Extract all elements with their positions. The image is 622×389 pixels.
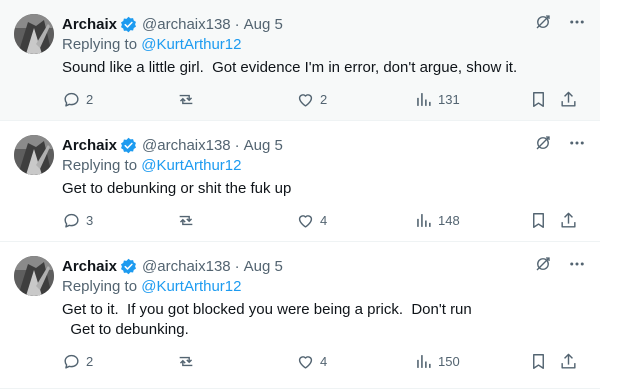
- reply-count: 2: [86, 92, 94, 107]
- display-name[interactable]: Archaix: [62, 258, 117, 275]
- mention-link[interactable]: @KurtArthur12: [141, 278, 241, 295]
- like-count: 4: [320, 213, 328, 228]
- views-button[interactable]: 148: [414, 211, 460, 230]
- tweet-date[interactable]: Aug 5: [244, 137, 283, 154]
- like-button[interactable]: 4: [296, 211, 327, 230]
- reply-icon: [64, 213, 79, 228]
- repost-button[interactable]: [176, 90, 201, 109]
- more-icon[interactable]: [568, 134, 586, 152]
- display-name[interactable]: Archaix: [62, 16, 117, 33]
- views-count: 150: [438, 354, 460, 369]
- like-count: 2: [320, 92, 328, 107]
- share-button[interactable]: [559, 211, 578, 230]
- views-icon: [417, 355, 431, 368]
- repost-icon: [179, 215, 193, 226]
- views-count: 148: [438, 213, 460, 228]
- scrollbar-area: [600, 0, 622, 389]
- grok-icon[interactable]: [534, 134, 552, 152]
- avatar[interactable]: [14, 14, 54, 54]
- bookmark-icon: [533, 213, 544, 228]
- bookmark-icon: [533, 92, 544, 107]
- bookmark-button[interactable]: [529, 90, 548, 109]
- replying-to: Replying to @KurtArthur12: [62, 36, 586, 56]
- replying-to: Replying to @KurtArthur12: [62, 157, 586, 177]
- reply-button[interactable]: 3: [62, 211, 93, 230]
- separator: ·: [234, 136, 240, 154]
- reply-count: 3: [86, 213, 94, 228]
- tweet-date[interactable]: Aug 5: [244, 16, 283, 33]
- replying-label: Replying to: [62, 278, 142, 295]
- separator: ·: [234, 15, 240, 33]
- separator: ·: [234, 257, 240, 275]
- grok-icon[interactable]: [534, 255, 552, 273]
- more-icon[interactable]: [568, 13, 586, 31]
- tweet[interactable]: Archaix @archaix138 · Aug 5 Replying to …: [0, 121, 600, 242]
- tweet[interactable]: Archaix @archaix138 · Aug 5 Replying to …: [0, 0, 600, 121]
- reply-button[interactable]: 2: [62, 90, 93, 109]
- repost-icon: [179, 94, 193, 105]
- tweet-date[interactable]: Aug 5: [244, 258, 283, 275]
- tweet[interactable]: Archaix @archaix138 · Aug 5 Replying to …: [0, 242, 600, 389]
- handle[interactable]: @archaix138: [142, 16, 231, 33]
- share-icon: [561, 353, 576, 369]
- reply-icon: [64, 354, 79, 369]
- verified-badge-icon: [121, 258, 137, 274]
- mention-link[interactable]: @KurtArthur12: [141, 157, 241, 174]
- tweet-text: Get to debunking or shit the fuk up: [62, 180, 292, 197]
- like-button[interactable]: 2: [296, 90, 327, 109]
- repost-button[interactable]: [176, 352, 201, 371]
- reply-icon: [64, 92, 79, 107]
- views-icon: [417, 214, 431, 227]
- repost-button[interactable]: [176, 211, 201, 230]
- views-button[interactable]: 131: [414, 90, 460, 109]
- display-name[interactable]: Archaix: [62, 137, 117, 154]
- reply-button[interactable]: 2: [62, 352, 93, 371]
- views-count: 131: [438, 92, 460, 107]
- bookmark-button[interactable]: [529, 211, 548, 230]
- heart-icon: [298, 94, 313, 107]
- handle[interactable]: @archaix138: [142, 258, 231, 275]
- like-button[interactable]: 4: [296, 352, 327, 371]
- bookmark-icon: [533, 354, 544, 369]
- tweet-text: Sound like a little girl. Got evidence I…: [62, 59, 518, 76]
- verified-badge-icon: [121, 137, 137, 153]
- replying-label: Replying to: [62, 157, 142, 174]
- reply-count: 2: [86, 354, 94, 369]
- heart-icon: [298, 356, 313, 369]
- replying-label: Replying to: [62, 36, 142, 53]
- like-count: 4: [320, 354, 328, 369]
- replying-to: Replying to @KurtArthur12: [62, 278, 586, 298]
- share-icon: [561, 91, 576, 107]
- share-icon: [561, 212, 576, 228]
- avatar[interactable]: [14, 256, 54, 296]
- share-button[interactable]: [559, 90, 578, 109]
- share-button[interactable]: [559, 352, 578, 371]
- tweet-text: Get to it. If you got blocked you were b…: [62, 301, 472, 338]
- repost-icon: [179, 356, 193, 367]
- avatar[interactable]: [14, 135, 54, 175]
- views-button[interactable]: 150: [414, 352, 460, 371]
- handle[interactable]: @archaix138: [142, 137, 231, 154]
- views-icon: [417, 93, 431, 106]
- heart-icon: [298, 215, 313, 228]
- grok-icon[interactable]: [534, 13, 552, 31]
- bookmark-button[interactable]: [529, 352, 548, 371]
- mention-link[interactable]: @KurtArthur12: [141, 36, 241, 53]
- verified-badge-icon: [121, 16, 137, 32]
- more-icon[interactable]: [568, 255, 586, 273]
- tweet-feed: Archaix @archaix138 · Aug 5 Replying to …: [0, 0, 600, 389]
